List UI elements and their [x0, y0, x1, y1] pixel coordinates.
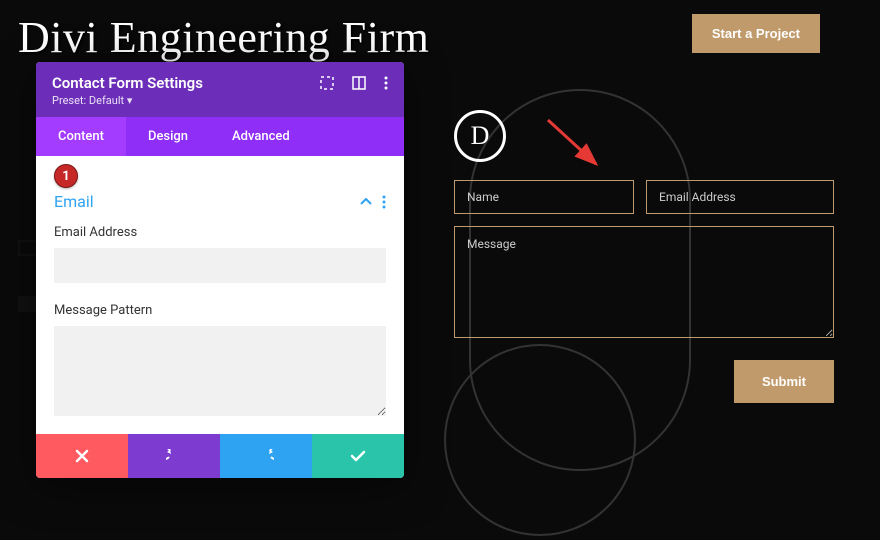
section-more-icon[interactable]	[382, 195, 386, 209]
message-pattern-input[interactable]	[54, 326, 386, 416]
section-title[interactable]: Email	[54, 192, 94, 211]
panel-tabs: Content Design Advanced	[36, 117, 404, 156]
page-title: Divi Engineering Firm	[18, 12, 429, 63]
left-sidebar-icons	[18, 240, 38, 312]
panel-title: Contact Form Settings	[52, 74, 203, 92]
tab-content[interactable]: Content	[36, 117, 126, 156]
message-field[interactable]	[454, 226, 834, 338]
email-address-input[interactable]	[54, 248, 386, 283]
settings-panel: Contact Form Settings Preset: Default ▾ …	[36, 62, 404, 478]
tab-advanced[interactable]: Advanced	[210, 117, 312, 156]
email-address-label: Email Address	[54, 225, 386, 240]
square-icon	[18, 240, 38, 256]
collapse-icon[interactable]	[360, 198, 372, 206]
preset-selector[interactable]: Preset: Default ▾	[52, 94, 388, 107]
email-address-field[interactable]	[646, 180, 834, 214]
undo-button[interactable]	[128, 434, 220, 478]
cancel-button[interactable]	[36, 434, 128, 478]
divi-logo: D	[454, 110, 506, 162]
expand-icon[interactable]	[320, 76, 334, 90]
name-field[interactable]	[454, 180, 634, 214]
panel-body: 1 Email Email Address Message Pattern	[36, 156, 404, 434]
start-project-button[interactable]: Start a Project	[692, 14, 820, 53]
more-icon[interactable]	[384, 76, 388, 90]
annotation-arrow	[538, 112, 618, 182]
contact-form: Submit	[454, 180, 834, 403]
divi-logo-letter: D	[471, 121, 490, 151]
panel-footer	[36, 434, 404, 478]
envelope-icon	[18, 296, 38, 312]
annotation-badge: 1	[54, 164, 78, 188]
submit-button[interactable]: Submit	[734, 360, 834, 403]
message-pattern-label: Message Pattern	[54, 303, 386, 318]
layout-icon[interactable]	[352, 76, 366, 90]
redo-button[interactable]	[220, 434, 312, 478]
panel-header[interactable]: Contact Form Settings Preset: Default ▾	[36, 62, 404, 117]
save-button[interactable]	[312, 434, 404, 478]
tab-design[interactable]: Design	[126, 117, 210, 156]
